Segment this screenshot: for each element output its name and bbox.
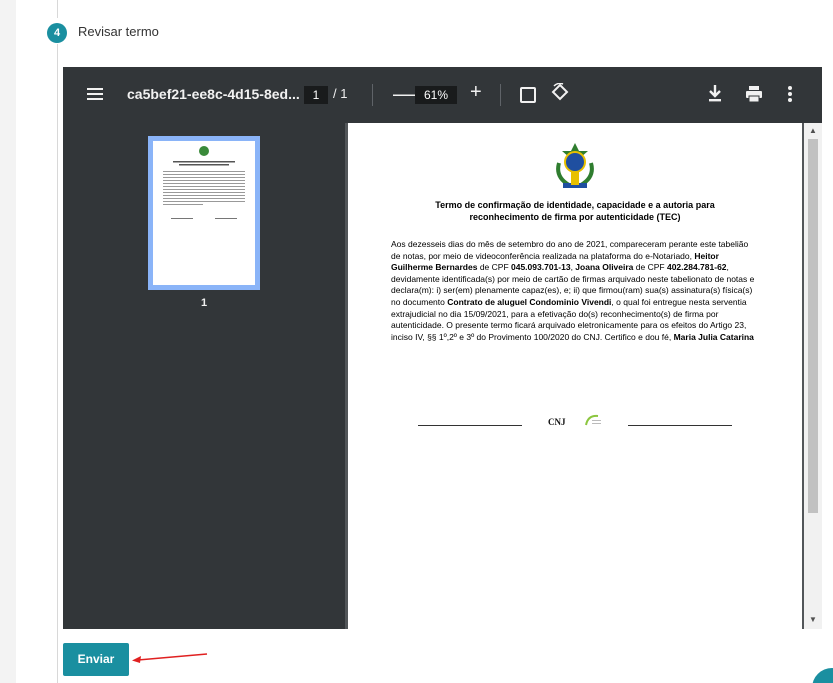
- document-body: Aos dezesseis dias do mês de setembro do…: [391, 239, 758, 343]
- step-connector: [57, 0, 58, 18]
- document-bold-text: 402.284.781-62: [666, 262, 727, 273]
- scroll-up-icon[interactable]: ▲: [808, 126, 818, 136]
- document-bold-text: Contrato de aluguel Condominio Vivendi: [447, 296, 612, 307]
- pdf-toolbar: ca5bef21-ee8c-4d15-8ed... 1 / 1 — 61% +: [63, 67, 822, 123]
- document-bold-text: 045.093.701-13: [511, 262, 571, 273]
- pdf-content-area: Termo de confirmação de identidade, capa…: [345, 123, 822, 629]
- document-heading-line: Termo de confirmação de identidade, capa…: [435, 200, 715, 210]
- step-connector: [57, 44, 58, 683]
- signature-line: [418, 425, 522, 426]
- document-text: de CPF: [633, 262, 667, 273]
- scroll-down-icon[interactable]: ▼: [808, 615, 818, 625]
- brazil-coat-of-arms-icon: [553, 141, 597, 191]
- thumbnail-page-number: 1: [200, 297, 208, 309]
- pdf-page: Termo de confirmação de identidade, capa…: [348, 123, 802, 629]
- rotate-icon[interactable]: [551, 82, 569, 106]
- download-icon[interactable]: [708, 83, 722, 103]
- document-bold-text: Maria Julia Catarina: [673, 331, 754, 342]
- pdf-file-name: ca5bef21-ee8c-4d15-8ed...: [127, 86, 300, 102]
- step-title: Revisar termo: [78, 24, 159, 39]
- pdf-viewer: ca5bef21-ee8c-4d15-8ed... 1 / 1 — 61% +: [63, 67, 822, 629]
- thumbnail-sidebar: 1: [63, 123, 345, 629]
- zoom-in-icon[interactable]: +: [470, 81, 482, 104]
- cnj-logo: CNJ: [548, 417, 566, 427]
- more-options-icon[interactable]: [788, 86, 792, 102]
- zoom-out-icon[interactable]: —: [393, 81, 415, 107]
- document-heading: Termo de confirmação de identidade, capa…: [388, 199, 762, 223]
- menu-icon[interactable]: [87, 88, 103, 100]
- fit-page-icon[interactable]: [520, 87, 536, 103]
- document-text: de CPF: [477, 262, 511, 273]
- signature-line: [628, 425, 732, 426]
- document-heading-line: reconhecimento de firma por autenticidad…: [469, 212, 681, 222]
- send-button[interactable]: Enviar: [63, 643, 129, 676]
- page-total: / 1: [333, 86, 348, 101]
- e-notariado-logo-icon: [584, 413, 602, 427]
- scrollbar-thumb[interactable]: [808, 139, 818, 513]
- document-bold-text: Joana Oliveira: [575, 262, 634, 273]
- page-thumbnail[interactable]: [153, 141, 255, 285]
- arrow-annotation-icon: [130, 648, 210, 666]
- toolbar-divider: [372, 84, 373, 106]
- step-number-badge: 4: [47, 23, 67, 43]
- toolbar-divider: [500, 84, 501, 106]
- scrollbar[interactable]: ▲ ▼: [804, 123, 822, 629]
- zoom-level-input[interactable]: 61%: [415, 86, 457, 104]
- page-number-input[interactable]: 1: [304, 86, 328, 104]
- print-icon[interactable]: [745, 85, 763, 103]
